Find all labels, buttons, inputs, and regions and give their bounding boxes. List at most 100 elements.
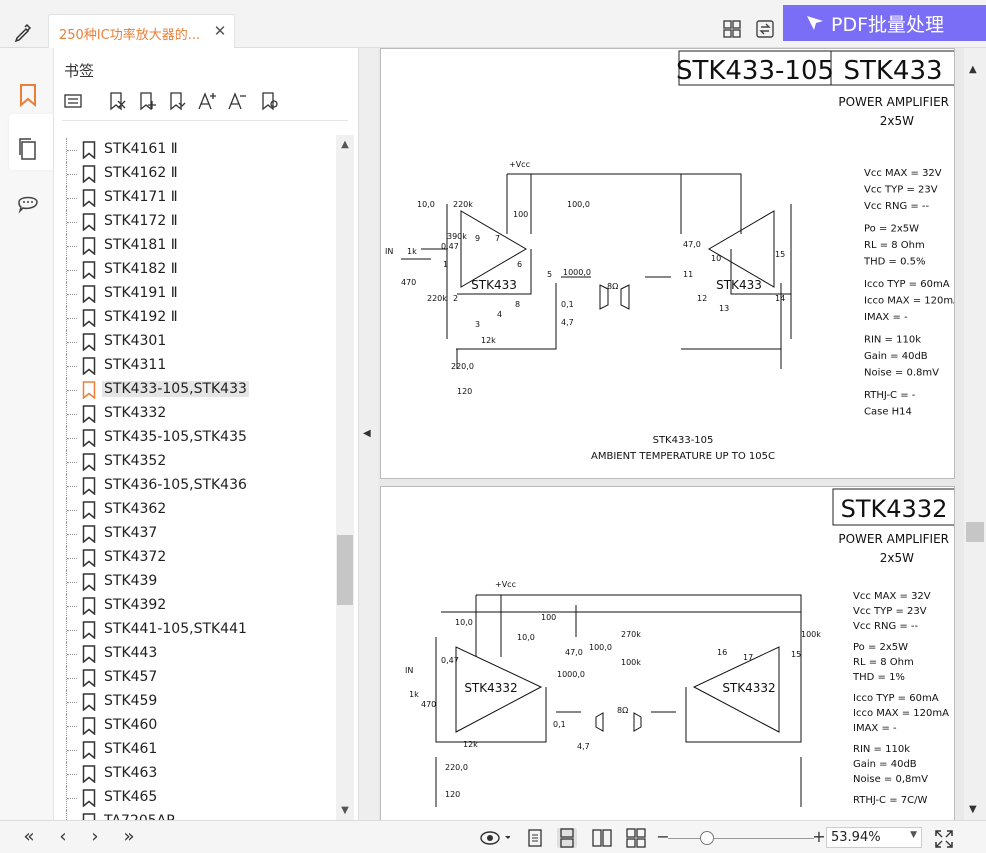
add-bookmark-icon[interactable] [136,90,158,112]
bookmark-item[interactable]: STK463 [66,762,336,786]
bookmark-item[interactable]: STK441-105,STK441 [66,618,336,642]
schematic-label: 0,47 [441,242,459,251]
tree-connector [66,618,80,642]
bookmark-label: STK457 [104,669,158,685]
bookmark-item[interactable]: STK4161 Ⅱ [66,138,336,162]
spec-line: Icco MAX = 120mA [853,708,949,719]
zoom-slider-knob[interactable] [700,831,714,845]
schematic-label: 12k [463,740,478,749]
schematic-label: 10,0 [455,618,473,627]
tree-connector [66,186,80,210]
bookmark-item[interactable]: STK4162 Ⅱ [66,162,336,186]
spec-line: Icco MAX = 120mA [864,296,955,307]
schematic-label: 11 [683,270,693,279]
increase-font-icon[interactable] [196,90,218,112]
bookmark-options-icon[interactable] [62,90,84,112]
doc-scroll-down-icon[interactable]: ▼ [969,804,977,815]
scroll-up-icon[interactable]: ▲ [336,139,354,155]
prev-page-icon[interactable]: ‹ [52,827,74,849]
single-page-icon[interactable] [525,828,545,848]
bookmark-item[interactable]: STK4171 Ⅱ [66,186,336,210]
spec-line: Noise = 0.8mV [864,368,939,379]
scroll-thumb[interactable] [337,535,353,605]
bookmark-scrollbar[interactable]: ▲ ▼ [336,135,354,820]
bookmark-item[interactable]: STK4362 [66,498,336,522]
convert-icon[interactable] [754,18,776,40]
bookmark-item[interactable]: STK465 [66,786,336,810]
spec-line: Po = 2x5W [853,642,908,653]
bookmark-item[interactable]: STK461 [66,738,336,762]
bookmark-label: STK465 [104,789,158,805]
bookmark-item[interactable]: STK4332 [66,402,336,426]
delete-bookmark-icon[interactable] [106,90,128,112]
bookmark-item[interactable]: STK439 [66,570,336,594]
bookmark-item[interactable]: STK4352 [66,450,336,474]
bookmark-label: TA7205AP [102,813,177,820]
spec-line: Vcc TYP = 23V [864,185,938,196]
bookmark-item[interactable]: STK4181 Ⅱ [66,234,336,258]
bookmark-item[interactable]: STK4372 [66,546,336,570]
bookmark-item[interactable]: STK4172 Ⅱ [66,210,336,234]
spec-line: THD = 1% [852,672,905,683]
two-page-continuous-icon[interactable] [626,828,646,848]
page2-power: 2x5W [880,551,914,565]
expand-bookmark-icon[interactable] [166,90,188,112]
bookmark-item[interactable]: STK460 [66,714,336,738]
bookmark-item[interactable]: STK4311 [66,354,336,378]
doc-scroll-thumb[interactable] [966,522,984,542]
locate-bookmark-icon[interactable] [258,90,280,112]
bookmark-item[interactable]: STK443 [66,642,336,666]
bookmark-label: STK433-105,STK433 [102,381,249,397]
schematic-label: 47,0 [683,240,701,249]
document-viewer[interactable]: STK433-105 STK433 POWER AMPLIFIER 2x5W V… [378,48,964,826]
decrease-font-icon[interactable] [226,90,248,112]
pages-panel-icon[interactable] [15,136,41,162]
bookmark-icon [82,285,96,303]
bookmark-label: STK436-105,STK436 [104,477,247,493]
bookmark-item[interactable]: STK4191 Ⅱ [66,282,336,306]
bookmark-item[interactable]: STK4392 [66,594,336,618]
bookmark-item[interactable]: STK4301 [66,330,336,354]
bookmark-item[interactable]: STK433-105,STK433 [66,378,336,402]
bookmark-panel-icon[interactable] [15,82,41,108]
view-mode-icon[interactable] [480,828,511,848]
bookmark-item[interactable]: STK457 [66,666,336,690]
bookmark-item[interactable]: STK4182 Ⅱ [66,258,336,282]
bookmark-label: STK4172 Ⅱ [104,213,178,229]
bookmark-icon [82,765,96,783]
document-scrollbar[interactable]: ▲ ▼ [964,48,986,820]
first-page-icon[interactable]: « [18,827,40,849]
bookmark-icon [82,789,96,807]
fullscreen-icon[interactable] [934,829,954,849]
doc-scroll-up-icon[interactable]: ▲ [969,64,977,75]
zoom-select[interactable]: 53.94% ▼ [826,827,922,848]
collapse-panel-bar[interactable]: ◀ [358,48,378,820]
bookmark-item[interactable]: STK436-105,STK436 [66,474,336,498]
continuous-page-icon[interactable] [557,828,577,848]
tree-connector [66,162,80,186]
schematic-label: 14 [775,294,785,303]
close-tab-icon[interactable]: ✕ [212,22,228,40]
last-page-icon[interactable]: » [118,827,140,849]
bookmark-item[interactable]: STK4192 Ⅱ [66,306,336,330]
schematic-label: 270k [621,630,641,639]
bookmark-item[interactable]: STK435-105,STK435 [66,426,336,450]
zoom-slider-track[interactable] [668,838,814,839]
collapse-arrow-icon[interactable]: ◀ [363,428,371,439]
bookmark-label: STK4372 [104,549,167,565]
scroll-down-icon[interactable]: ▼ [336,805,354,821]
bookmark-item[interactable]: TA7205AP [66,810,336,820]
bookmark-icon [82,717,96,735]
document-tab[interactable]: 250种IC功率放大器的... ✕ [48,14,235,48]
bookmark-item[interactable]: STK459 [66,690,336,714]
bookmark-item[interactable]: STK437 [66,522,336,546]
pdf-batch-button[interactable]: PDF批量处理 [783,5,986,41]
next-page-icon[interactable]: › [84,827,106,849]
schematic-label: 13 [719,304,729,313]
tree-connector [66,426,80,450]
spec-line: IMAX = - [853,723,897,734]
comments-panel-icon[interactable] [15,190,41,216]
grid-view-icon[interactable] [721,18,743,40]
two-page-icon[interactable] [592,828,612,848]
edit-icon[interactable] [10,20,36,46]
